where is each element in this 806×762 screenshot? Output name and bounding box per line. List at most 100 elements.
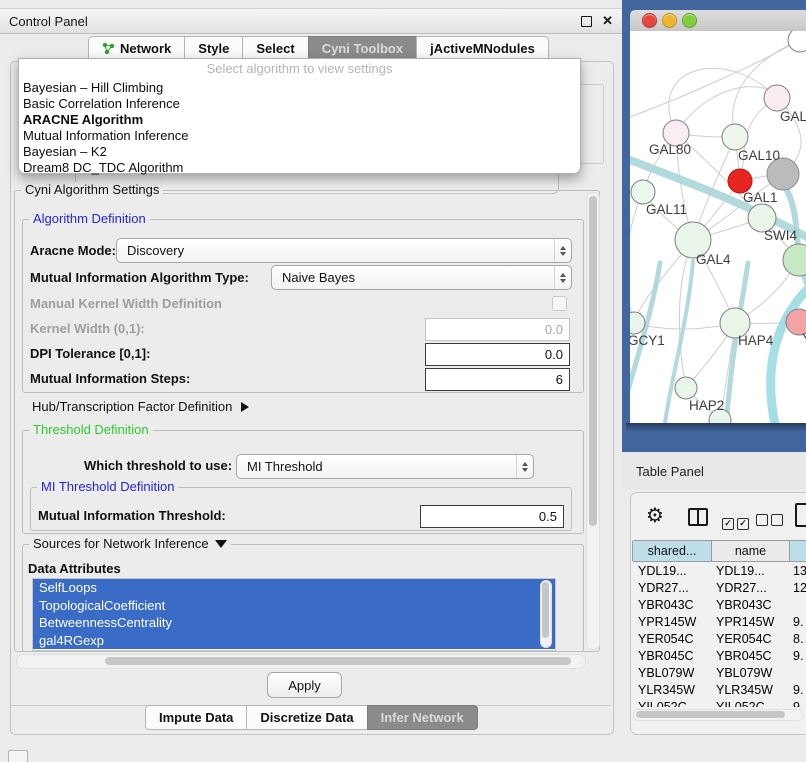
table-cell[interactable]: YDL19... [633,562,711,579]
deselect-all-columns-icon[interactable] [756,513,786,531]
network-node-hap2[interactable] [675,377,697,399]
tab-impute-data[interactable]: Impute Data [145,705,247,730]
table-row[interactable]: YBR043CYBR043C [633,596,806,613]
network-node-gal[interactable] [764,85,790,111]
settings-horizontal-scrollbar-thumb[interactable] [105,657,571,665]
dropdown-item-basic-correlation-inference[interactable]: Basic Correlation Inference [19,96,580,112]
network-node[interactable] [788,31,806,52]
node-label-gal10: GAL10 [738,148,780,163]
table-cell[interactable]: YLR345W [711,681,788,698]
dropdown-item-dream8-dc-tdc-algorithm[interactable]: Dream8 DC_TDC Algorithm [19,160,580,176]
network-window-titlebar[interactable] [630,10,806,32]
columns-icon[interactable] [688,508,708,526]
network-node-labels: GALGAL80GAL10GAL1GAL11SWI4GAL4GCY1HAP4YH… [630,109,806,413]
table-panel-titlebar: Table Panel [622,452,806,490]
close-traffic-light[interactable] [642,13,657,28]
table-row[interactable]: YIL052CYIL052C9 [633,698,806,707]
table-cell[interactable]: YBR045C [711,647,788,664]
table-cell[interactable]: 9. [788,647,806,664]
tab-label: Network [120,41,171,56]
mi-threshold-field[interactable]: 0.5 [420,505,564,528]
data-attributes-list[interactable]: SelfLoopsTopologicalCoefficientBetweenne… [32,578,556,651]
table-cell[interactable]: YIL052C [633,698,711,707]
table-row[interactable]: YDR27...YDR27...12 [633,579,806,596]
dropdown-item-mutual-information-inference[interactable]: Mutual Information Inference [19,128,580,144]
table-cell[interactable]: YIL052C [711,698,788,707]
new-table-icon[interactable] [795,503,806,527]
network-canvas[interactable]: GALGAL80GAL10GAL1GAL11SWI4GAL4GCY1HAP4YH… [630,31,806,423]
attributes-scrollbar[interactable] [540,580,552,648]
which-threshold-select[interactable]: MI Threshold [236,454,534,479]
table-row[interactable]: YER054CYER054C8. [633,630,806,647]
table-cell[interactable]: YBR043C [633,596,711,613]
column-header-a[interactable]: A [789,541,806,561]
table-cell[interactable]: YBL079W [633,664,711,681]
dropdown-item-bayesian-k2[interactable]: Bayesian – K2 [19,144,580,160]
table-cell[interactable]: YBR045C [633,647,711,664]
column-header-shared[interactable]: shared... [632,541,712,561]
table-cell[interactable]: YER054C [711,630,788,647]
tab-label: Cyni Toolbox [322,41,403,56]
sources-title-row[interactable]: Sources for Network Inference [29,536,231,551]
table-cell[interactable]: 12 [788,579,806,596]
network-node-gal11[interactable] [631,180,655,204]
minimized-panel-icon[interactable] [8,750,28,762]
mi-type-select[interactable]: Naive Bayes [271,265,572,290]
apply-button[interactable]: Apply [267,672,342,698]
hub-definition-toggle[interactable]: Hub/Transcription Factor Definition [32,399,249,414]
table-cell[interactable]: YBL079W [711,664,788,681]
table-cell[interactable]: YBR043C [711,596,788,613]
dropdown-item-bayesian-hill-climbing[interactable]: Bayesian – Hill Climbing [19,80,580,96]
settings-horizontal-scrollbar[interactable] [16,654,586,669]
table-cell[interactable]: YPR145W [711,613,788,630]
attribute-item-betweennesscentrality[interactable]: BetweennessCentrality [33,614,555,632]
settings-vertical-scrollbar-thumb[interactable] [589,196,597,526]
settings-vertical-scrollbar[interactable] [586,192,600,650]
table-cell[interactable]: YPR145W [633,613,711,630]
float-icon[interactable] [581,16,592,27]
mi-steps-field[interactable]: 6 [425,368,570,391]
column-header-name[interactable]: name [711,541,790,561]
table-cell[interactable] [788,596,806,613]
table-cell[interactable]: YDL19... [711,562,788,579]
tab-discretize-data[interactable]: Discretize Data [246,705,367,730]
table-row[interactable]: YPR145WYPR145W9. [633,613,806,630]
table-horizontal-scrollbar-thumb[interactable] [636,711,785,718]
aracne-mode-select[interactable]: Discovery [116,238,572,263]
dpi-tolerance-field[interactable]: 0.0 [425,343,570,366]
table-cell[interactable]: 9. [788,613,806,630]
table-cell[interactable]: YER054C [633,630,711,647]
attribute-item-topologicalcoefficient[interactable]: TopologicalCoefficient [33,597,555,615]
table-row[interactable]: YBL079WYBL079W [633,664,806,681]
tab-infer-network[interactable]: Infer Network [367,705,478,730]
mi-type-value: Naive Bayes [272,270,554,285]
select-all-columns-icon[interactable]: ✓✓ [722,513,752,531]
table-row[interactable]: YDL19...YDL19...13 [633,562,806,579]
table-cell[interactable]: YLR345W [633,681,711,698]
table-row[interactable]: YBR045CYBR045C9. [633,647,806,664]
gear-icon[interactable]: ⚙ [646,504,664,526]
attribute-item-gal4rgexp[interactable]: gal4RGexp [33,632,555,650]
table-horizontal-scrollbar[interactable] [633,709,803,721]
network-node[interactable] [783,244,806,276]
zoom-traffic-light[interactable] [682,13,697,28]
node-label-gal80: GAL80 [649,142,691,157]
table-cell[interactable]: 9 [788,698,806,707]
dropdown-item-aracne-algorithm[interactable]: ARACNE Algorithm [19,112,580,128]
table-cell[interactable] [788,664,806,681]
app-root: Control Panel ✕ NetworkStyleSelectCyni T… [0,0,806,762]
manual-kernel-checkbox[interactable] [552,296,567,311]
minimize-traffic-light[interactable] [662,13,677,28]
attributes-scrollbar-thumb[interactable] [542,582,549,638]
network-node-gal10[interactable] [722,124,748,150]
attribute-item-selfloops[interactable]: SelfLoops [33,579,555,597]
table-cell[interactable]: YDR27... [711,579,788,596]
close-icon[interactable]: ✕ [602,16,613,26]
table-cell[interactable]: 9. [788,681,806,698]
table-cell[interactable]: 13 [788,562,806,579]
table-cell[interactable]: 8. [788,630,806,647]
table-row[interactable]: YLR345WYLR345W9. [633,681,806,698]
kernel-width-field[interactable]: 0.0 [425,318,570,341]
stepper-icon [554,239,571,262]
table-cell[interactable]: YDR27... [633,579,711,596]
